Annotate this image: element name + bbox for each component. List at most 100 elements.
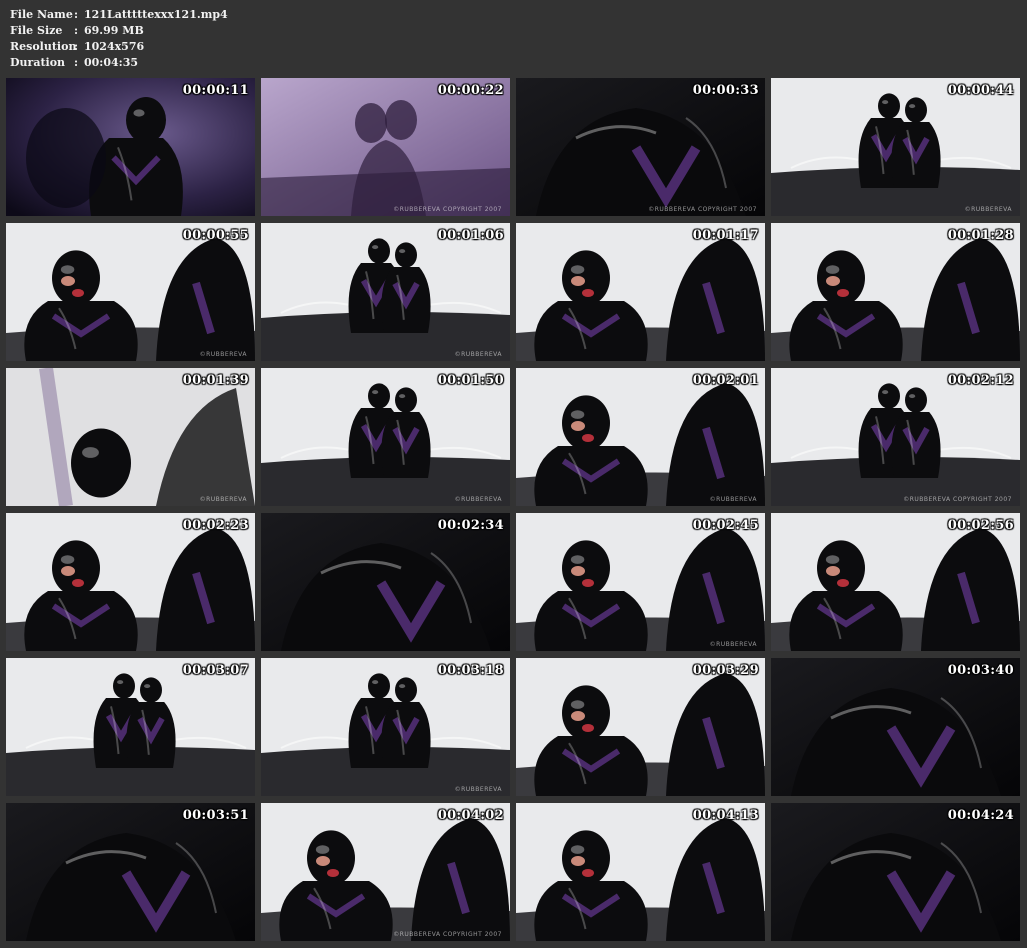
video-thumbnail: 00:01:39 ©RUBBEREVA: [6, 368, 255, 506]
thumbnail-watermark: ©RUBBEREVA COPYRIGHT 2007: [393, 931, 502, 938]
thumbnail-timestamp: 00:00:22: [437, 83, 504, 98]
video-thumbnail: 00:02:34: [261, 513, 510, 651]
video-frame-image: [261, 78, 510, 216]
video-thumbnail: 00:02:56: [771, 513, 1020, 651]
video-thumbnail: 00:03:29: [516, 658, 765, 796]
thumbnail-timestamp: 00:04:24: [947, 808, 1014, 823]
video-thumbnail: 00:01:06 ©RUBBEREVA: [261, 223, 510, 361]
video-frame-image: [261, 803, 510, 941]
thumbnail-watermark: ©RUBBEREVA: [199, 496, 247, 503]
file-info-row: File Size:69.99 MB: [10, 23, 228, 39]
thumbnail-timestamp: 00:02:56: [947, 518, 1014, 533]
thumbnail-timestamp: 00:03:18: [437, 663, 504, 678]
video-frame-image: [6, 658, 255, 796]
thumbnail-watermark: ©RUBBEREVA: [454, 496, 502, 503]
video-thumbnail: 00:02:45 ©RUBBEREVA: [516, 513, 765, 651]
file-info-separator: :: [74, 8, 79, 21]
video-thumbnail: 00:00:11: [6, 78, 255, 216]
video-thumbnail: 00:04:24: [771, 803, 1020, 941]
video-frame-image: [516, 513, 765, 651]
thumbnail-timestamp: 00:02:34: [437, 518, 504, 533]
thumbnail-grid: 00:00:11 00:00:22 ©RUBBEREVA COPYRIGHT 20…: [6, 78, 1022, 941]
video-frame-image: [516, 803, 765, 941]
video-thumbnail: 00:00:55 ©RUBBEREVA: [6, 223, 255, 361]
video-frame-image: [771, 513, 1020, 651]
video-frame-image: [6, 223, 255, 361]
thumbnail-watermark: ©RUBBEREVA: [199, 351, 247, 358]
video-frame-image: [516, 223, 765, 361]
thumbnail-timestamp: 00:00:33: [692, 83, 759, 98]
file-info-label: Duration: [10, 56, 66, 69]
video-frame-image: [261, 513, 510, 651]
file-info-value: 00:04:35: [84, 56, 139, 69]
thumbnail-timestamp: 00:02:01: [692, 373, 759, 388]
video-thumbnail: 00:04:02 ©RUBBEREVA COPYRIGHT 2007: [261, 803, 510, 941]
video-frame-image: [771, 658, 1020, 796]
video-frame-image: [6, 513, 255, 651]
thumbnail-timestamp: 00:00:55: [182, 228, 249, 243]
file-info-separator: :: [74, 40, 79, 53]
video-frame-image: [771, 223, 1020, 361]
file-info-value: 69.99 MB: [84, 24, 144, 37]
thumbnail-timestamp: 00:04:02: [437, 808, 504, 823]
thumbnail-watermark: ©RUBBEREVA COPYRIGHT 2007: [903, 496, 1012, 503]
video-thumbnail: 00:02:23: [6, 513, 255, 651]
thumbnail-timestamp: 00:01:28: [947, 228, 1014, 243]
thumbnail-watermark: ©RUBBEREVA COPYRIGHT 2007: [393, 206, 502, 213]
thumbnail-timestamp: 00:03:07: [182, 663, 249, 678]
thumbnail-timestamp: 00:02:45: [692, 518, 759, 533]
video-thumbnail: 00:03:18 ©RUBBEREVA: [261, 658, 510, 796]
thumbnail-timestamp: 00:03:51: [182, 808, 249, 823]
file-info-value: 121Latttttexxx121.mp4: [84, 8, 228, 21]
file-info-row: Resolution:1024x576: [10, 39, 228, 55]
thumbnail-timestamp: 00:01:06: [437, 228, 504, 243]
video-thumbnail: 00:03:51: [6, 803, 255, 941]
video-frame-image: [261, 368, 510, 506]
video-frame-image: [261, 223, 510, 361]
thumbnail-timestamp: 00:03:40: [947, 663, 1014, 678]
video-thumbnail: 00:03:07: [6, 658, 255, 796]
thumbnail-watermark: ©RUBBEREVA: [709, 641, 757, 648]
video-thumbnail: 00:01:17: [516, 223, 765, 361]
thumbnail-timestamp: 00:01:39: [182, 373, 249, 388]
video-frame-image: [6, 368, 255, 506]
thumbnail-watermark: ©RUBBEREVA COPYRIGHT 2007: [648, 206, 757, 213]
video-frame-image: [261, 658, 510, 796]
video-frame-image: [516, 78, 765, 216]
file-info-label: File Size: [10, 24, 63, 37]
video-thumbnail: 00:04:13: [516, 803, 765, 941]
file-info-row: Duration:00:04:35: [10, 55, 228, 71]
thumbnail-timestamp: 00:03:29: [692, 663, 759, 678]
thumbnail-watermark: ©RUBBEREVA: [709, 496, 757, 503]
video-thumbnail: 00:02:12 ©RUBBEREVA COPYRIGHT 2007: [771, 368, 1020, 506]
video-frame-image: [771, 803, 1020, 941]
video-frame-image: [771, 368, 1020, 506]
file-info-label: Resolution: [10, 40, 77, 53]
file-info-separator: :: [74, 56, 79, 69]
video-frame-image: [516, 368, 765, 506]
video-frame-image: [6, 803, 255, 941]
thumbnail-timestamp: 00:02:23: [182, 518, 249, 533]
file-info-header: File Name:121Latttttexxx121.mp4 File Size…: [10, 7, 228, 71]
file-info-row: File Name:121Latttttexxx121.mp4: [10, 7, 228, 23]
thumbnail-watermark: ©RUBBEREVA: [454, 786, 502, 793]
thumbnail-timestamp: 00:00:11: [182, 83, 249, 98]
thumbnail-watermark: ©RUBBEREVA: [454, 351, 502, 358]
video-thumbnail: 00:01:50 ©RUBBEREVA: [261, 368, 510, 506]
video-thumbnail: 00:00:44 ©RUBBEREVA: [771, 78, 1020, 216]
thumbnail-timestamp: 00:02:12: [947, 373, 1014, 388]
video-frame-image: [6, 78, 255, 216]
video-frame-image: [516, 658, 765, 796]
video-thumbnail: 00:00:22 ©RUBBEREVA COPYRIGHT 2007: [261, 78, 510, 216]
video-thumbnail: 00:00:33 ©RUBBEREVA COPYRIGHT 2007: [516, 78, 765, 216]
video-frame-image: [771, 78, 1020, 216]
video-thumbnail: 00:01:28: [771, 223, 1020, 361]
video-thumbnail: 00:02:01 ©RUBBEREVA: [516, 368, 765, 506]
thumbnail-watermark: ©RUBBEREVA: [964, 206, 1012, 213]
file-info-separator: :: [74, 24, 79, 37]
thumbnail-timestamp: 00:01:50: [437, 373, 504, 388]
file-info-value: 1024x576: [84, 40, 145, 53]
thumbnail-timestamp: 00:00:44: [947, 83, 1014, 98]
thumbnail-timestamp: 00:01:17: [692, 228, 759, 243]
video-thumbnail: 00:03:40: [771, 658, 1020, 796]
